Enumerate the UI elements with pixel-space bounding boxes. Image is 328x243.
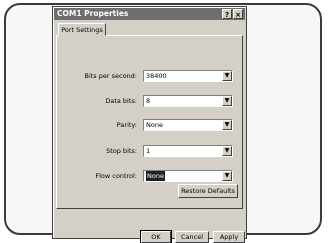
flow-control-value: None [146,171,165,181]
restore-defaults-button[interactable]: Restore Defaults [178,184,238,198]
flow-control-select[interactable]: None ▼ [143,170,233,182]
port-settings-panel: Bits per second: 38400 ▼ Data bits: 8 ▼ … [56,35,243,209]
bits-per-second-label: Bits per second: [84,72,137,80]
title-bar[interactable]: COM1 Properties ? × [54,8,245,20]
stop-bits-row: Stop bits: 1 ▼ [57,145,244,157]
ok-button[interactable]: OK [140,230,172,243]
stop-bits-label: Stop bits: [106,147,137,155]
tab-port-settings[interactable]: Port Settings [58,23,106,36]
parity-value: None [146,121,163,129]
stop-bits-select[interactable]: 1 ▼ [143,145,233,157]
help-button[interactable]: ? [222,9,232,19]
data-bits-label: Data bits: [105,97,137,105]
parity-label: Parity: [116,121,137,129]
apply-button[interactable]: Apply [213,231,245,243]
window-title: COM1 Properties [57,9,129,18]
data-bits-row: Data bits: 8 ▼ [57,95,244,107]
chevron-down-icon[interactable]: ▼ [222,146,232,156]
chevron-down-icon[interactable]: ▼ [222,71,232,81]
chevron-down-icon[interactable]: ▼ [222,171,232,181]
bits-per-second-select[interactable]: 38400 ▼ [143,70,233,82]
data-bits-value: 8 [146,97,151,105]
chevron-down-icon[interactable]: ▼ [222,120,232,130]
stop-bits-value: 1 [146,147,151,155]
bits-per-second-value: 38400 [146,72,167,80]
com1-properties-dialog: COM1 Properties ? × Port Settings Bits p… [52,6,247,243]
flow-control-label: Flow control: [95,172,137,180]
parity-row: Parity: None ▼ [57,119,244,131]
parity-select[interactable]: None ▼ [143,119,233,131]
close-button[interactable]: × [233,9,243,19]
data-bits-select[interactable]: 8 ▼ [143,95,233,107]
cancel-button[interactable]: Cancel [175,231,209,243]
bits-per-second-row: Bits per second: 38400 ▼ [57,70,244,82]
chevron-down-icon[interactable]: ▼ [222,96,232,106]
flow-control-row: Flow control: None ▼ [57,170,244,182]
